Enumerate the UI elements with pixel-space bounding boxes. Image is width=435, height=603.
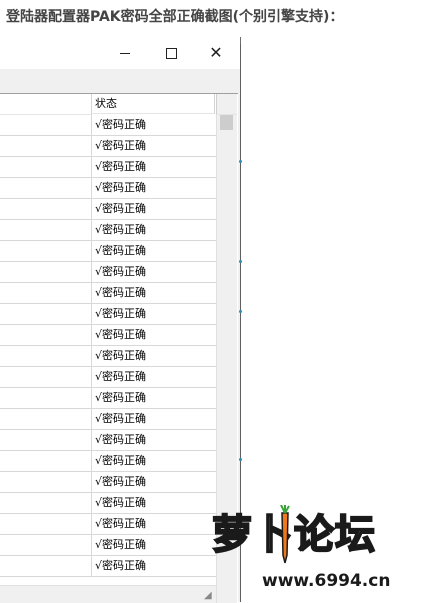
close-icon: ✕ bbox=[209, 43, 223, 62]
row-status-cell: √密码正确 bbox=[95, 328, 147, 341]
row-status-cell: √密码正确 bbox=[95, 559, 147, 572]
page-heading: 登陆器配置器PAK密码全部正确截图(个别引擎支持)： bbox=[6, 9, 344, 25]
table-row[interactable]: √密码正确 bbox=[0, 199, 216, 220]
table-row[interactable]: √密码正确 bbox=[0, 178, 216, 199]
row-status-cell: √密码正确 bbox=[95, 307, 147, 320]
row-status-cell: √密码正确 bbox=[95, 139, 147, 152]
row-name-cell bbox=[0, 346, 92, 366]
row-name-cell bbox=[0, 157, 92, 177]
table-row[interactable]: √密码正确 bbox=[0, 283, 216, 304]
scrollbar-thumb[interactable] bbox=[220, 115, 233, 130]
table-row[interactable]: √密码正确 bbox=[0, 325, 216, 346]
row-name-cell bbox=[0, 136, 92, 156]
minimize-icon bbox=[120, 52, 130, 54]
table-row[interactable]: √密码正确 bbox=[0, 472, 216, 493]
table-row[interactable]: √密码正确 bbox=[0, 346, 216, 367]
row-status-cell: √密码正确 bbox=[95, 118, 147, 131]
row-name-cell bbox=[0, 367, 92, 387]
horizontal-scrollbar[interactable] bbox=[0, 585, 216, 603]
row-name-cell bbox=[0, 493, 92, 513]
row-name-cell bbox=[0, 178, 92, 198]
table-row[interactable]: √密码正确 bbox=[0, 430, 216, 451]
row-name-cell bbox=[0, 388, 92, 408]
table-row[interactable]: √密码正确 bbox=[0, 304, 216, 325]
row-name-cell bbox=[0, 262, 92, 282]
row-status-cell: √密码正确 bbox=[95, 160, 147, 173]
blue-dot bbox=[239, 310, 242, 313]
table-row[interactable]: √密码正确 bbox=[0, 115, 216, 136]
maximize-button[interactable] bbox=[148, 37, 194, 69]
title-bar: ✕ bbox=[0, 37, 240, 69]
row-name-cell bbox=[0, 514, 92, 534]
row-name-cell bbox=[0, 535, 92, 555]
table-row[interactable]: √密码正确 bbox=[0, 556, 216, 577]
row-name-cell bbox=[0, 241, 92, 261]
row-name-cell bbox=[0, 325, 92, 345]
row-status-cell: √密码正确 bbox=[95, 433, 147, 446]
table-row[interactable]: √密码正确 bbox=[0, 220, 216, 241]
carrot-icon bbox=[280, 505, 290, 564]
row-status-cell: √密码正确 bbox=[95, 223, 147, 236]
list-header: 状态 bbox=[0, 94, 237, 115]
column-header-name[interactable] bbox=[0, 94, 92, 115]
header-corner bbox=[216, 94, 237, 115]
table-row[interactable]: √密码正确 bbox=[0, 514, 216, 535]
row-name-cell bbox=[0, 220, 92, 240]
table-row[interactable]: √密码正确 bbox=[0, 388, 216, 409]
blue-dot bbox=[239, 458, 242, 461]
watermark-url: www.6994.cn bbox=[262, 571, 391, 591]
row-status-cell: √密码正确 bbox=[95, 538, 147, 551]
close-button[interactable]: ✕ bbox=[193, 37, 239, 69]
row-status-cell: √密码正确 bbox=[95, 349, 147, 362]
row-status-cell: √密码正确 bbox=[95, 265, 147, 278]
row-status-cell: √密码正确 bbox=[95, 244, 147, 257]
table-row[interactable]: √密码正确 bbox=[0, 241, 216, 262]
table-row[interactable]: √密码正确 bbox=[0, 157, 216, 178]
row-status-cell: √密码正确 bbox=[95, 517, 147, 530]
column-header-status[interactable]: 状态 bbox=[92, 94, 215, 114]
row-status-cell: √密码正确 bbox=[95, 391, 147, 404]
row-status-cell: √密码正确 bbox=[95, 454, 147, 467]
row-name-cell bbox=[0, 451, 92, 471]
row-status-cell: √密码正确 bbox=[95, 202, 147, 215]
toolbar-strip bbox=[0, 69, 240, 93]
row-status-cell: √密码正确 bbox=[95, 475, 147, 488]
list-rows: √密码正确 √密码正确 √密码正确 √密码正确 √密码正确 √密码正确 √密码正确 √密码正确… bbox=[0, 115, 216, 585]
row-name-cell bbox=[0, 556, 92, 576]
row-name-cell bbox=[0, 409, 92, 429]
row-name-cell bbox=[0, 472, 92, 492]
watermark-logo: 萝卜论坛 www.6994.cn bbox=[190, 505, 430, 595]
row-name-cell bbox=[0, 304, 92, 324]
row-name-cell bbox=[0, 115, 92, 135]
table-row[interactable]: √密码正确 bbox=[0, 367, 216, 388]
table-row[interactable]: √密码正确 bbox=[0, 262, 216, 283]
row-name-cell bbox=[0, 199, 92, 219]
row-status-cell: √密码正确 bbox=[95, 496, 147, 509]
minimize-button[interactable] bbox=[102, 37, 148, 69]
table-row[interactable]: √密码正确 bbox=[0, 493, 216, 514]
table-row[interactable]: √密码正确 bbox=[0, 409, 216, 430]
watermark-logo-text: 萝卜论坛 bbox=[211, 511, 376, 559]
row-status-cell: √密码正确 bbox=[95, 370, 147, 383]
row-name-cell bbox=[0, 283, 92, 303]
table-row[interactable]: √密码正确 bbox=[0, 451, 216, 472]
table-row[interactable]: √密码正确 bbox=[0, 136, 216, 157]
row-status-cell: √密码正确 bbox=[95, 181, 147, 194]
row-name-cell bbox=[0, 430, 92, 450]
blue-dot bbox=[239, 160, 242, 163]
row-status-cell: √密码正确 bbox=[95, 286, 147, 299]
blue-dot bbox=[239, 260, 242, 263]
table-row[interactable]: √密码正确 bbox=[0, 535, 216, 556]
row-status-cell: √密码正确 bbox=[95, 412, 147, 425]
maximize-icon bbox=[165, 47, 177, 59]
